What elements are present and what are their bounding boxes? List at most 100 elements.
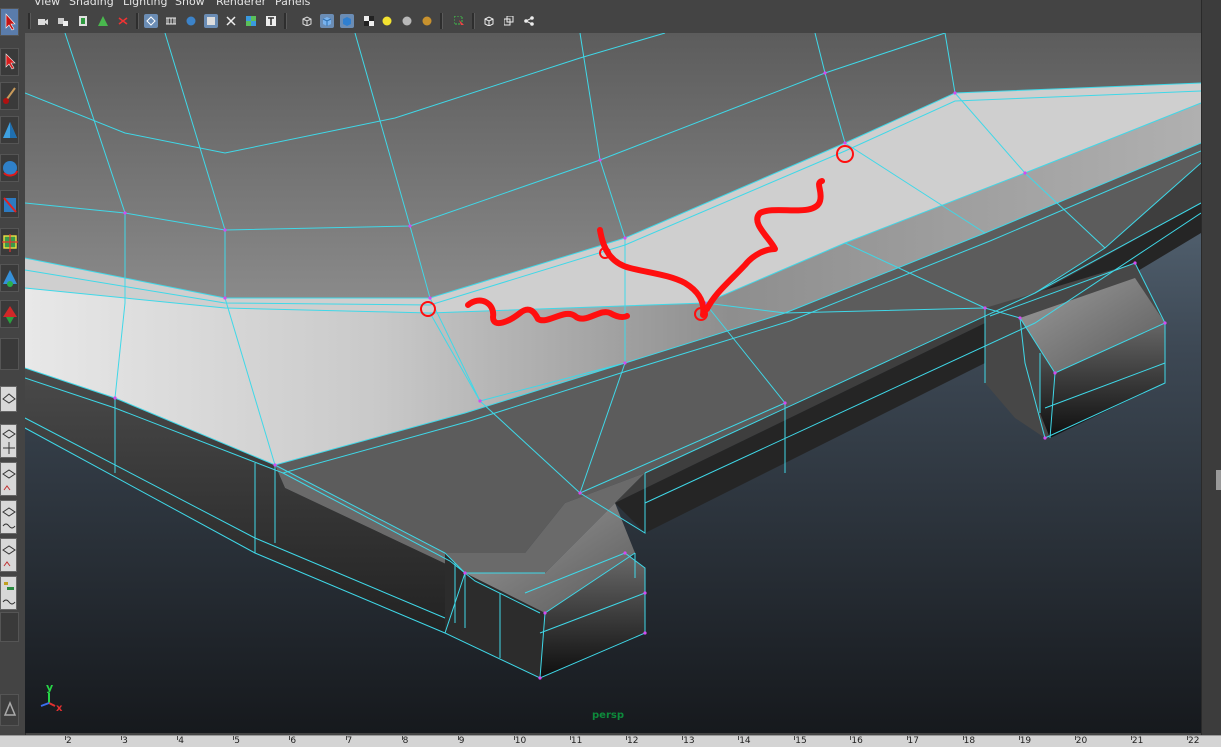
menu-show[interactable]: Show <box>175 0 205 8</box>
right-side-panel <box>1201 0 1221 735</box>
camera-name-label: persp <box>592 710 624 721</box>
hud-toggle-button[interactable] <box>264 14 278 28</box>
time-tick-label: 20 <box>1075 736 1088 746</box>
film-gate-icon <box>166 17 176 25</box>
time-tick-label: 5 <box>234 736 241 746</box>
layout-single-pane-button[interactable] <box>0 386 17 412</box>
share-nodes-icon <box>524 16 534 26</box>
scale-cube-icon <box>3 197 17 213</box>
camera-attributes-button[interactable] <box>56 14 70 28</box>
bookmark-icon <box>79 16 87 26</box>
layout-four-pane-button[interactable] <box>0 424 17 458</box>
box-pair-icon <box>504 16 514 26</box>
layout-four-icon <box>2 429 16 454</box>
soft-mod-icon <box>3 270 17 287</box>
default-material-button[interactable] <box>340 14 354 28</box>
brush-icon <box>3 87 16 104</box>
textured-button[interactable] <box>244 14 258 28</box>
move-cone-icon <box>3 122 17 138</box>
checker-icon <box>364 16 374 26</box>
xray-joints-button[interactable] <box>482 14 496 28</box>
isolate-select-button[interactable] <box>452 14 466 28</box>
side-scrollbar-thumb[interactable] <box>1216 470 1221 490</box>
share-button[interactable] <box>522 14 536 28</box>
wireframe-on-shaded-button[interactable] <box>204 14 218 28</box>
smooth-shade-all-button[interactable] <box>320 14 334 28</box>
layout-graph-icon <box>2 469 16 491</box>
toolbar-separator <box>28 13 31 29</box>
sphere-gold-icon <box>422 16 432 26</box>
layout-hypershade-icon <box>2 545 16 567</box>
xray-button[interactable] <box>224 14 238 28</box>
wire-on-shaded-icon <box>207 17 215 25</box>
rotate-sphere-icon <box>3 161 18 177</box>
time-tick-label: 18 <box>963 736 976 746</box>
cube-shaded-icon <box>322 17 332 26</box>
film-gate-button[interactable] <box>164 14 178 28</box>
default-light-button[interactable] <box>380 14 394 28</box>
smooth-shade-button[interactable] <box>184 14 198 28</box>
cube-wire-icon <box>302 16 312 26</box>
xray-icon <box>226 16 236 26</box>
smooth-shade-icon <box>186 16 196 26</box>
soft-mod-tool-button[interactable] <box>0 264 19 292</box>
image-plane-button[interactable] <box>96 14 110 28</box>
layout-outliner-icon <box>2 507 16 529</box>
move-tool-button[interactable] <box>0 116 19 144</box>
isolate-icon <box>454 16 464 25</box>
scale-tool-button[interactable] <box>0 190 19 218</box>
arrow-cursor-icon <box>5 13 16 31</box>
wireframe-button[interactable] <box>144 14 158 28</box>
time-tick-label: 12 <box>627 736 639 746</box>
tool-settings-button[interactable] <box>0 694 19 726</box>
menu-view[interactable]: View <box>34 0 60 8</box>
rotate-tool-button[interactable] <box>0 154 19 182</box>
time-tick-label: 19 <box>1019 736 1032 746</box>
menu-panels[interactable]: Panels <box>275 0 310 8</box>
layout-single-icon <box>2 393 16 404</box>
select-tool-button[interactable] <box>0 8 19 36</box>
show-manipulator-button[interactable] <box>0 300 19 328</box>
paint-tool-button[interactable] <box>0 82 19 110</box>
toolbar-separator <box>284 13 287 29</box>
time-tick-label: 13 <box>683 736 695 746</box>
grid-icon <box>118 17 128 25</box>
time-tick-label: 17 <box>907 736 919 746</box>
shadows-button[interactable] <box>400 14 414 28</box>
grid-toggle-button[interactable] <box>116 14 130 28</box>
time-slider[interactable]: 2 3 4 5 6 7 8 9 10 11 12 13 14 15 16 17 18 19 20 21 22 <box>0 735 1221 747</box>
time-tick-label: 8 <box>402 736 409 746</box>
layout-persp-outliner-button[interactable] <box>0 500 17 534</box>
layout-outliner-persp-button[interactable] <box>0 576 17 610</box>
time-tick-label: 10 <box>514 736 527 746</box>
high-quality-button[interactable] <box>420 14 434 28</box>
menu-lighting[interactable]: Lighting <box>123 0 167 8</box>
show-manip-icon <box>3 306 17 324</box>
text-t-icon <box>266 16 276 26</box>
bookmarks-button[interactable] <box>76 14 90 28</box>
time-tick-label: 3 <box>122 736 128 746</box>
camera-attr-icon <box>58 18 68 26</box>
time-tick-label: 14 <box>739 736 751 746</box>
time-tick-label: 22 <box>1188 736 1200 746</box>
use-all-lights-button[interactable] <box>362 14 376 28</box>
wireframe-shading-button[interactable] <box>300 14 314 28</box>
xray-components-button[interactable] <box>502 14 516 28</box>
toolbar-separator <box>472 13 475 29</box>
lasso-tool-button[interactable] <box>0 48 19 76</box>
time-tick-label: 7 <box>346 736 353 746</box>
toolbar-separator <box>136 13 139 29</box>
light-yellow-icon <box>382 16 392 26</box>
menu-shading[interactable]: Shading <box>69 0 114 8</box>
custom-layout-button[interactable] <box>0 612 19 642</box>
menu-renderer[interactable]: Renderer <box>216 0 266 8</box>
layout-persp-hypershade-button[interactable] <box>0 538 17 572</box>
select-camera-button[interactable] <box>36 14 50 28</box>
time-tick-label: 15 <box>795 736 807 746</box>
manipulator-tool-button[interactable] <box>0 228 19 256</box>
layout-persp-graph-button[interactable] <box>0 462 17 496</box>
time-tick-label: 16 <box>851 736 863 746</box>
cube-solid-icon <box>343 17 351 26</box>
perspective-viewport[interactable]: y x persp <box>25 33 1201 733</box>
last-tool-button[interactable] <box>0 338 19 370</box>
